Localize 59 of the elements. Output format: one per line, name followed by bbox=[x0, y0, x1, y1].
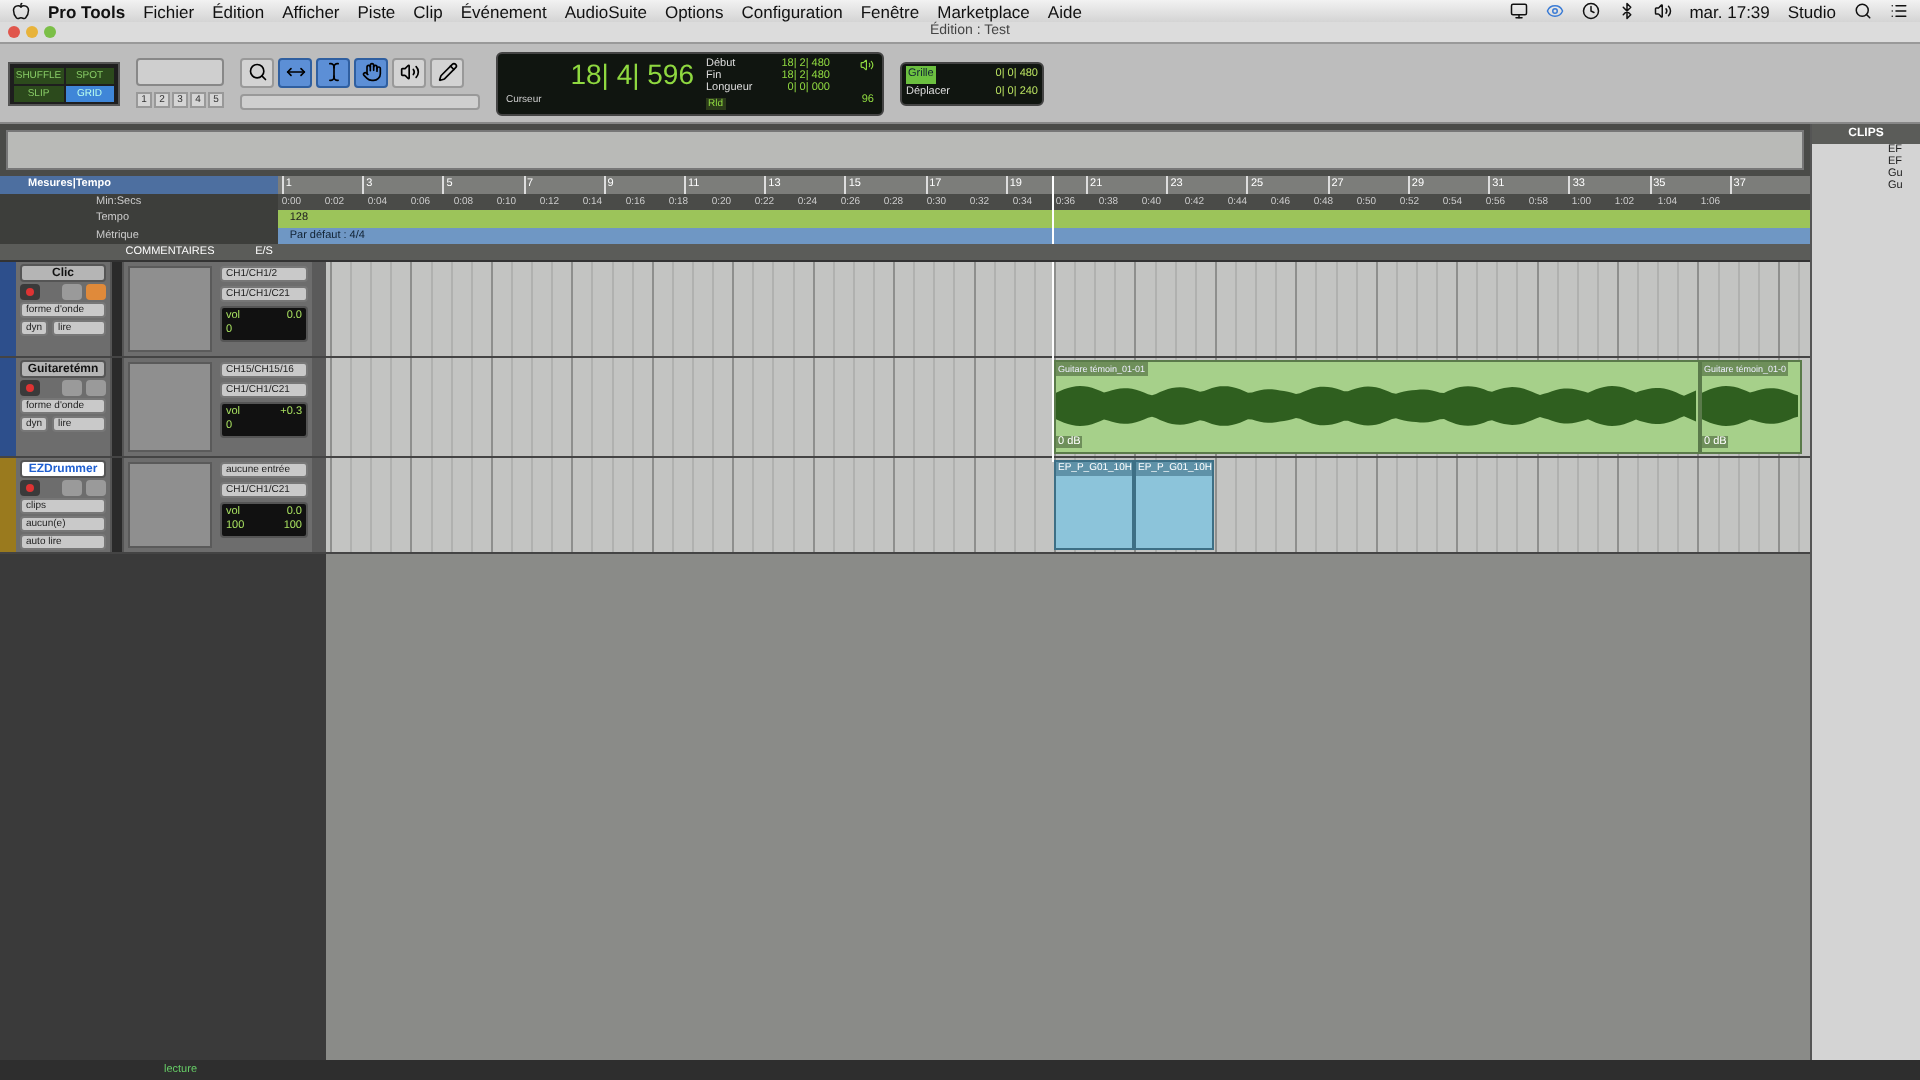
comments-field[interactable] bbox=[128, 462, 212, 548]
record-button[interactable] bbox=[20, 480, 40, 496]
playhead-line bbox=[1052, 176, 1054, 244]
menu-item[interactable]: Afficher bbox=[282, 1, 340, 21]
menu-item[interactable]: AudioSuite bbox=[564, 1, 647, 21]
menu-item[interactable]: Édition bbox=[212, 1, 265, 21]
solo-button[interactable] bbox=[62, 480, 82, 496]
speaker-icon bbox=[860, 57, 874, 71]
magnifier-icon bbox=[247, 62, 267, 82]
mute-button[interactable] bbox=[86, 284, 106, 300]
speaker-icon bbox=[399, 62, 419, 82]
main-counter[interactable]: 18| 4| 596 bbox=[506, 57, 706, 89]
app-menu[interactable]: Pro Tools bbox=[48, 1, 126, 21]
clock-icon[interactable] bbox=[1581, 2, 1600, 20]
search-icon[interactable] bbox=[1854, 2, 1872, 20]
bluetooth-icon[interactable] bbox=[1617, 2, 1636, 20]
waveform-drawing bbox=[1702, 386, 1798, 426]
tool-button[interactable] bbox=[392, 57, 426, 87]
solo-button[interactable] bbox=[62, 380, 82, 396]
menu-item[interactable]: Aide bbox=[1047, 1, 1082, 21]
tool-button[interactable] bbox=[240, 57, 274, 87]
mute-button[interactable] bbox=[86, 380, 106, 396]
minimize-button[interactable] bbox=[26, 26, 38, 38]
tool-button[interactable] bbox=[430, 57, 464, 87]
zoom-button[interactable] bbox=[44, 26, 56, 38]
volume-icon[interactable] bbox=[1653, 2, 1672, 20]
arrows-icon bbox=[285, 62, 305, 82]
record-icon bbox=[26, 288, 34, 296]
record-icon bbox=[26, 484, 34, 492]
comments-field[interactable] bbox=[128, 362, 212, 452]
menu-item[interactable]: Configuration bbox=[741, 1, 843, 21]
mute-button[interactable] bbox=[86, 480, 106, 496]
record-icon bbox=[26, 384, 34, 392]
menu-item[interactable]: Marketplace bbox=[937, 1, 1030, 21]
solo-button[interactable] bbox=[62, 284, 82, 300]
menu-item[interactable]: Fenêtre bbox=[860, 1, 920, 21]
hand-icon bbox=[361, 62, 381, 82]
record-button[interactable] bbox=[20, 380, 40, 396]
menu-item[interactable]: Fichier bbox=[143, 1, 195, 21]
record-button[interactable] bbox=[20, 284, 40, 300]
list-icon[interactable] bbox=[1890, 2, 1908, 20]
display-icon[interactable] bbox=[1509, 2, 1528, 20]
universe-overview[interactable] bbox=[6, 130, 1804, 170]
eye-icon[interactable] bbox=[1545, 2, 1564, 20]
user-menu[interactable]: Studio bbox=[1787, 1, 1836, 21]
text-cursor-icon bbox=[323, 62, 343, 82]
menu-item[interactable]: Options bbox=[664, 1, 724, 21]
apple-icon[interactable] bbox=[12, 2, 30, 20]
comments-field[interactable] bbox=[128, 266, 212, 352]
menu-item[interactable]: Piste bbox=[357, 1, 396, 21]
menu-clock[interactable]: mar. 17:39 bbox=[1689, 1, 1770, 21]
menu-item[interactable]: Événement bbox=[460, 1, 547, 21]
pencil-icon bbox=[437, 62, 457, 82]
tool-button[interactable] bbox=[354, 57, 388, 87]
tool-button[interactable] bbox=[316, 57, 350, 87]
menu-item[interactable]: Clip bbox=[413, 1, 443, 21]
close-button[interactable] bbox=[8, 26, 20, 38]
zoom-controls[interactable] bbox=[136, 58, 224, 86]
tool-button[interactable] bbox=[278, 57, 312, 87]
